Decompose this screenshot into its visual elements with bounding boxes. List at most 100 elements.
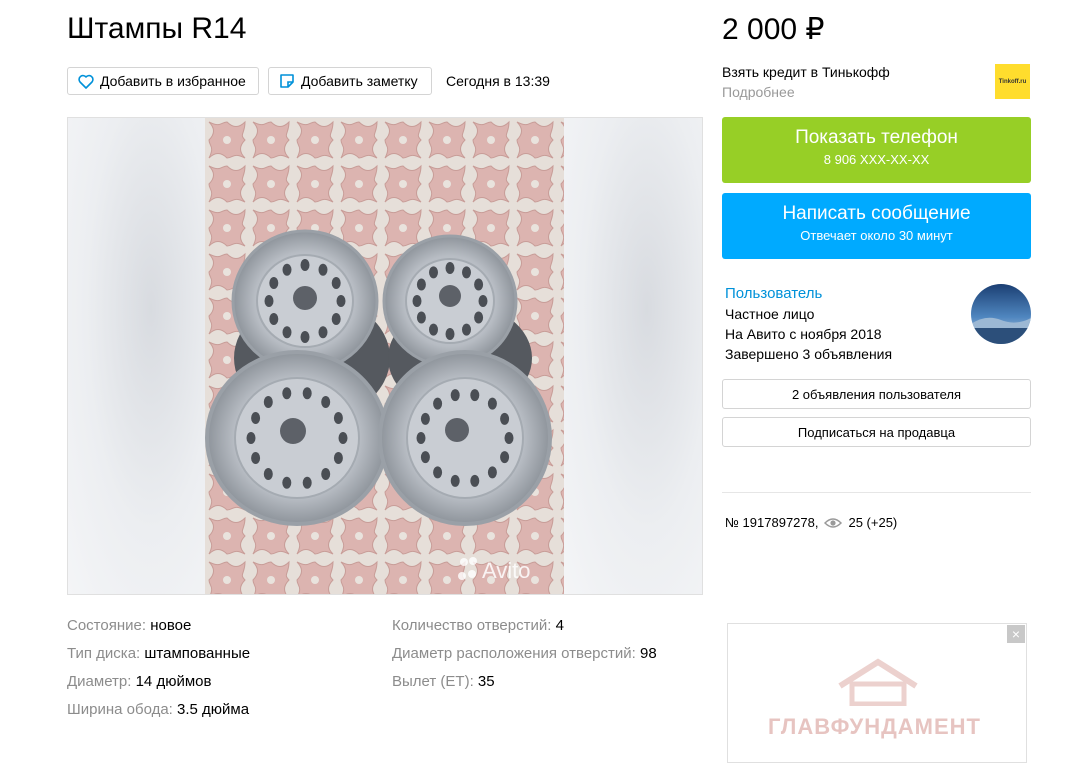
photo-gallery[interactable]: Avito: [67, 117, 703, 595]
blurred-background-right: [564, 118, 702, 594]
show-phone-button[interactable]: Показать телефон 8 906 XXX-XX-XX: [722, 117, 1031, 183]
vent-hole: [331, 277, 341, 289]
vent-hole: [470, 389, 480, 402]
tinkoff-logo[interactable]: Tinkoff.ru: [995, 64, 1030, 99]
wheel-bottom-left: [205, 350, 389, 526]
vent-hole: [416, 311, 426, 324]
vent-hole: [478, 295, 488, 307]
seller-listings-button[interactable]: 2 объявления пользователя: [722, 379, 1031, 409]
param-diameter: Диаметр: 14 дюймов: [67, 673, 212, 690]
blurred-background-left: [68, 118, 206, 594]
vent-hole: [420, 412, 430, 425]
vent-hole: [336, 295, 346, 307]
response-time: Отвечает около 30 минут: [800, 228, 953, 243]
vent-hole: [251, 452, 261, 464]
vent-hole: [300, 259, 310, 271]
vent-hole: [338, 432, 348, 444]
param-offset: Вылет (ET): 35: [392, 673, 495, 690]
vent-hole: [474, 311, 484, 324]
seller-name-link[interactable]: Пользователь: [725, 285, 822, 302]
show-phone-label: Показать телефон: [795, 127, 958, 148]
vent-hole: [333, 452, 343, 464]
item-meta: № 1917897278, 25 (+25): [725, 515, 897, 530]
vent-hole: [333, 412, 343, 424]
heart-icon: [78, 74, 94, 89]
write-message-button[interactable]: Написать сообщение Отвечает около 30 мин…: [722, 193, 1031, 259]
view-count: 25 (+25): [848, 515, 898, 530]
main-photo[interactable]: Avito: [205, 118, 564, 594]
vent-hole: [302, 387, 312, 400]
vent-hole: [269, 313, 279, 325]
vent-hole: [282, 476, 292, 489]
vent-hole: [318, 326, 328, 339]
wheel-bottom-right: [378, 350, 552, 526]
divider: [722, 492, 1031, 493]
vent-hole: [282, 326, 292, 339]
seller-completed: Завершено 3 объявления: [725, 346, 893, 362]
credit-more-link[interactable]: Подробнее: [722, 84, 795, 100]
vent-hole: [331, 313, 341, 325]
close-icon[interactable]: ×: [1007, 625, 1025, 643]
note-icon: [280, 74, 294, 88]
subscribe-seller-button[interactable]: Подписаться на продавца: [722, 417, 1031, 447]
vent-hole: [445, 262, 455, 274]
vent-hole: [433, 466, 443, 479]
vent-hole: [263, 468, 273, 480]
add-note-button[interactable]: Добавить заметку: [268, 67, 432, 95]
house-logo-icon: [838, 658, 918, 706]
vent-hole: [251, 412, 261, 424]
vent-hole: [445, 328, 455, 340]
price: 2 000 ₽: [722, 13, 825, 46]
posted-date: Сегодня в 13:39: [446, 73, 550, 89]
eye-icon: [824, 517, 843, 528]
write-message-label: Написать сообщение: [782, 203, 971, 224]
vent-hole: [504, 432, 514, 444]
vent-hole: [462, 266, 471, 279]
item-number: № 1917897278,: [725, 515, 819, 530]
add-to-favorites-label: Добавить в избранное: [100, 73, 246, 89]
vent-hole: [433, 397, 443, 410]
add-note-label: Добавить заметку: [301, 73, 418, 89]
vent-hole: [487, 466, 497, 479]
vent-hole: [302, 476, 312, 489]
vent-hole: [462, 323, 471, 336]
param-bolt-count: Количество отверстий: 4: [392, 617, 564, 634]
vent-hole: [321, 396, 331, 408]
seller-avatar[interactable]: [971, 284, 1031, 344]
vent-hole: [420, 451, 430, 464]
seller-since: На Авито с ноября 2018: [725, 326, 882, 342]
vent-hole: [300, 331, 310, 343]
credit-offer[interactable]: Взять кредит в Тинькофф: [722, 64, 890, 80]
vent-hole: [474, 278, 484, 291]
param-bolt-pattern: Диаметр расположения отверстий: 98: [392, 645, 657, 662]
param-rim-width: Ширина обода: 3.5 дюйма: [67, 701, 250, 718]
vent-hole: [500, 451, 510, 464]
param-condition: Состояние: новое: [67, 617, 192, 634]
vent-hole: [269, 277, 279, 289]
ad-banner[interactable]: × ГЛАВФУНДАМЕНТ: [727, 623, 1027, 763]
svg-text:Avito: Avito: [482, 558, 531, 583]
vent-hole: [263, 396, 273, 408]
vent-hole: [412, 295, 422, 307]
vent-hole: [318, 263, 328, 276]
vent-hole: [264, 295, 274, 307]
listing-title: Штампы R14: [67, 12, 247, 45]
vent-hole: [282, 387, 292, 400]
vent-hole: [321, 468, 331, 480]
vent-hole: [416, 278, 426, 291]
seller-type: Частное лицо: [725, 306, 815, 322]
vent-hole: [487, 397, 497, 410]
vent-hole: [450, 474, 460, 487]
vent-hole: [450, 389, 460, 402]
vent-hole: [246, 432, 256, 444]
vent-hole: [429, 323, 438, 336]
vent-hole: [282, 263, 292, 276]
vent-hole: [500, 412, 510, 425]
param-disk-type: Тип диска: штампованные: [67, 645, 251, 662]
add-to-favorites-button[interactable]: Добавить в избранное: [67, 67, 259, 95]
ad-brand-text: ГЛАВФУНДАМЕНТ: [768, 714, 981, 739]
masked-phone-number: 8 906 XXX-XX-XX: [823, 152, 930, 167]
vent-hole: [416, 432, 426, 444]
vent-hole: [429, 266, 438, 279]
vent-hole: [470, 474, 480, 487]
